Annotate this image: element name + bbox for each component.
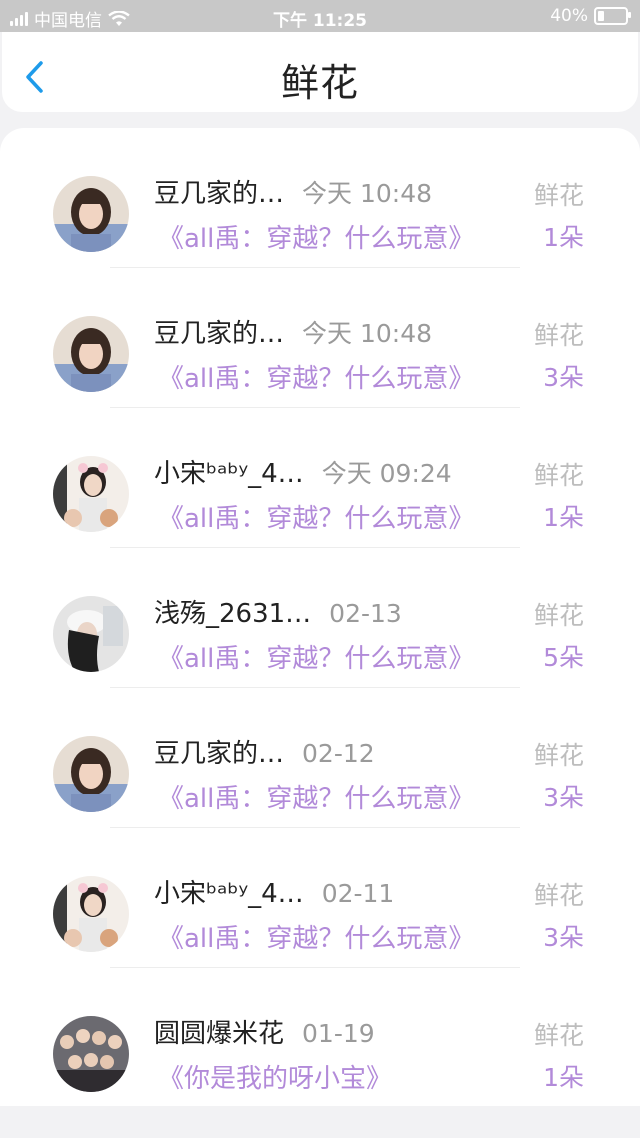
avatar[interactable] bbox=[53, 176, 129, 252]
record-header: 圆圆爆米花 01-19 bbox=[154, 1013, 375, 1050]
gift-count: 3朵 bbox=[543, 363, 584, 392]
book-title-link[interactable]: 《all禹：穿越？什么玩意》 bbox=[158, 778, 474, 815]
username[interactable]: 浅殇_2631… bbox=[154, 593, 311, 630]
record-header: 小宋ᵇᵃᵇʸ_4… 今天 09:24 bbox=[154, 453, 452, 490]
username[interactable]: 小宋ᵇᵃᵇʸ_4… bbox=[154, 873, 304, 910]
timestamp: 02-12 bbox=[302, 739, 375, 768]
battery-percent: 40% bbox=[550, 6, 588, 26]
gift-count: 1朵 bbox=[543, 223, 584, 252]
timestamp: 02-11 bbox=[321, 879, 395, 908]
username[interactable]: 小宋ᵇᵃᵇʸ_4… bbox=[154, 453, 304, 490]
book-title-link[interactable]: 《all禹：穿越？什么玩意》 bbox=[158, 358, 474, 395]
timestamp: 今天 09:24 bbox=[321, 459, 452, 488]
username[interactable]: 豆几家的… bbox=[154, 173, 284, 210]
timestamp: 01-19 bbox=[302, 1019, 375, 1048]
gift-type-label: 鲜花 bbox=[533, 461, 584, 490]
timestamp: 今天 10:48 bbox=[302, 179, 433, 208]
gift-count: 1朵 bbox=[543, 1063, 584, 1092]
status-right: 40% bbox=[550, 6, 631, 26]
timestamp: 今天 10:48 bbox=[302, 319, 433, 348]
record-header: 小宋ᵇᵃᵇʸ_4… 02-11 bbox=[154, 873, 394, 910]
flower-record-row[interactable]: 豆几家的… 02-12 《all禹：穿越？什么玩意》 鲜花 3朵 bbox=[0, 688, 640, 828]
username[interactable]: 豆几家的… bbox=[154, 313, 284, 350]
flower-record-row[interactable]: 圆圆爆米花 01-19 《你是我的呀小宝》 鲜花 1朵 bbox=[0, 968, 640, 1108]
record-header: 豆几家的… 今天 10:48 bbox=[154, 313, 432, 350]
gift-type-label: 鲜花 bbox=[533, 321, 584, 350]
nav-header: 鲜花 bbox=[2, 32, 638, 112]
gift-type-label: 鲜花 bbox=[533, 1021, 584, 1050]
book-title-link[interactable]: 《all禹：穿越？什么玩意》 bbox=[158, 218, 474, 255]
status-bar: 中国电信 下午 11:25 40% bbox=[0, 0, 640, 32]
flower-record-row[interactable]: 豆几家的… 今天 10:48 《all禹：穿越？什么玩意》 鲜花 1朵 bbox=[0, 128, 640, 268]
avatar[interactable] bbox=[53, 876, 129, 952]
record-header: 浅殇_2631… 02-13 bbox=[154, 593, 402, 630]
flower-record-list: 豆几家的… 今天 10:48 《all禹：穿越？什么玩意》 鲜花 1朵 豆几家的… 今天 … bbox=[0, 128, 640, 1106]
flower-record-row[interactable]: 浅殇_2631… 02-13 《all禹：穿越？什么玩意》 鲜花 5朵 bbox=[0, 548, 640, 688]
gift-type-label: 鲜花 bbox=[533, 881, 584, 910]
timestamp: 02-13 bbox=[329, 599, 402, 628]
avatar[interactable] bbox=[53, 456, 129, 532]
flower-record-row[interactable]: 小宋ᵇᵃᵇʸ_4… 今天 09:24 《all禹：穿越？什么玩意》 鲜花 1朵 bbox=[0, 408, 640, 548]
record-header: 豆几家的… 02-12 bbox=[154, 733, 375, 770]
gift-type-label: 鲜花 bbox=[533, 741, 584, 770]
avatar[interactable] bbox=[53, 316, 129, 392]
gift-type-label: 鲜花 bbox=[533, 181, 584, 210]
gift-count: 1朵 bbox=[543, 503, 584, 532]
gift-type-label: 鲜花 bbox=[533, 601, 584, 630]
username[interactable]: 圆圆爆米花 bbox=[154, 1013, 284, 1050]
avatar[interactable] bbox=[53, 736, 129, 812]
record-header: 豆几家的… 今天 10:48 bbox=[154, 173, 432, 210]
gift-count: 5朵 bbox=[543, 643, 584, 672]
flower-record-row[interactable]: 小宋ᵇᵃᵇʸ_4… 02-11 《all禹：穿越？什么玩意》 鲜花 3朵 bbox=[0, 828, 640, 968]
gift-count: 3朵 bbox=[543, 923, 584, 952]
battery-icon bbox=[594, 7, 631, 25]
flower-record-row[interactable]: 豆几家的… 今天 10:48 《all禹：穿越？什么玩意》 鲜花 3朵 bbox=[0, 268, 640, 408]
status-time: 下午 11:25 bbox=[272, 11, 368, 31]
book-title-link[interactable]: 《你是我的呀小宝》 bbox=[158, 1058, 392, 1095]
avatar[interactable] bbox=[53, 596, 129, 672]
page-title: 鲜花 bbox=[280, 61, 359, 105]
book-title-link[interactable]: 《all禹：穿越？什么玩意》 bbox=[158, 638, 474, 675]
bottom-strip bbox=[0, 1106, 640, 1138]
username[interactable]: 豆几家的… bbox=[154, 733, 284, 770]
gift-count: 3朵 bbox=[543, 783, 584, 812]
book-title-link[interactable]: 《all禹：穿越？什么玩意》 bbox=[158, 918, 474, 955]
avatar[interactable] bbox=[53, 1016, 129, 1092]
book-title-link[interactable]: 《all禹：穿越？什么玩意》 bbox=[158, 498, 474, 535]
